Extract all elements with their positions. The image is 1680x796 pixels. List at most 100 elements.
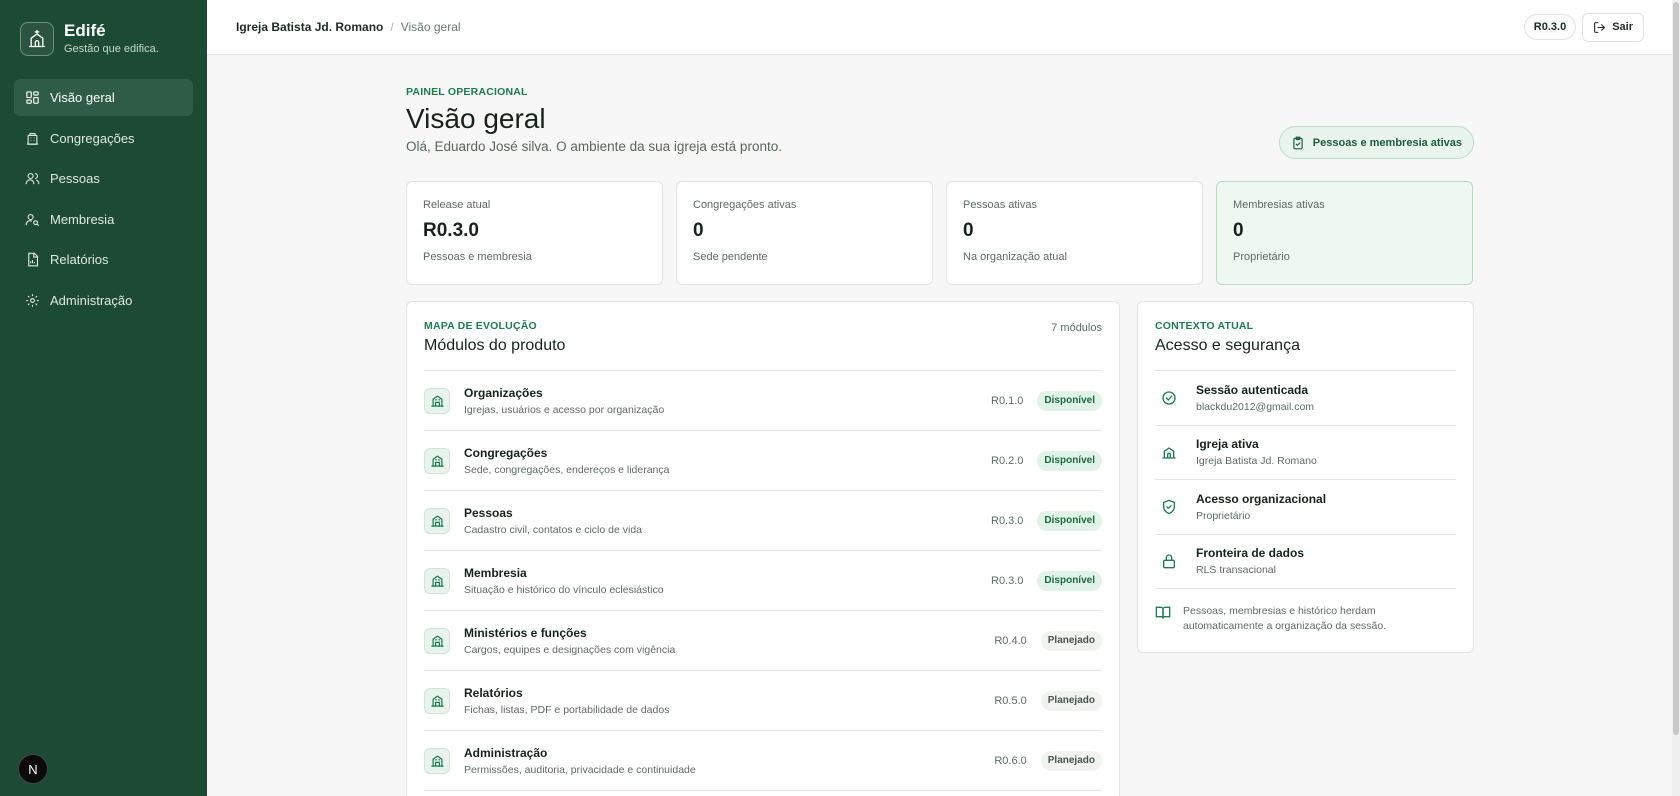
sidebar-item-relatorios[interactable]: Relatórios	[14, 241, 193, 278]
breadcrumb-org[interactable]: Igreja Batista Jd. Romano	[236, 20, 383, 34]
status-chip-label: Pessoas e membresia ativas	[1312, 136, 1462, 149]
page-eyebrow: PAINEL OPERACIONAL	[406, 86, 528, 98]
module-status-badge: Planejado	[1040, 690, 1102, 711]
context-row-value: RLS transacional	[1196, 564, 1276, 577]
stat-card-pessoas: Pessoas ativas 0 Na organização atual	[946, 181, 1203, 285]
module-row[interactable]: Organizações Igrejas, usuários e acesso p…	[424, 371, 1102, 431]
church-icon	[1162, 447, 1176, 459]
breadcrumb-current: Visão geral	[400, 20, 461, 34]
sidebar-item-label: Relatórios	[50, 252, 109, 267]
module-status-badge: Disponível	[1037, 390, 1102, 411]
context-row-name: Acesso organizacional	[1196, 491, 1327, 506]
module-row[interactable]: Pessoas Cadastro civil, contatos e ciclo …	[424, 491, 1102, 551]
module-status-badge: Disponível	[1037, 570, 1102, 591]
module-row[interactable]: Congregações Sede, congregações, endereço…	[424, 431, 1102, 491]
module-release: R0.3.0	[991, 514, 1024, 527]
context-row-name: Sessão autenticada	[1196, 382, 1309, 397]
stat-value: R0.3.0	[423, 220, 479, 241]
user-key-icon	[25, 213, 40, 226]
context-row-name: Fronteira de dados	[1196, 546, 1305, 561]
module-building-icon	[424, 687, 450, 714]
scrollbar-thumb[interactable]	[1673, 2, 1679, 735]
sidebar-item-administracao[interactable]: Administração	[14, 282, 193, 319]
module-description: Permissões, auditoria, privacidade e con…	[464, 763, 696, 776]
book-open-icon	[1155, 606, 1171, 619]
module-status-badge: Disponível	[1037, 510, 1102, 531]
stat-label: Congregações ativas	[693, 199, 797, 211]
module-status-badge: Disponível	[1037, 450, 1102, 471]
sidebar-item-label: Membresia	[50, 211, 115, 227]
version-badge: R0.3.0	[1523, 14, 1577, 40]
module-description: Cargos, equipes e designações com vigênc…	[464, 643, 676, 656]
module-description: Situação e histórico do vínculo eclesiás…	[464, 583, 664, 596]
context-row-church: Igreja ativa Igreja Batista Jd. Romano	[1155, 426, 1456, 480]
sidebar-item-pessoas[interactable]: Pessoas	[14, 160, 193, 197]
sidebar-item-congregacoes[interactable]: Congregações	[14, 120, 193, 157]
stat-value: 0	[1233, 220, 1244, 241]
context-note-text: Pessoas, membresias e histórico herdam a…	[1183, 605, 1387, 632]
stat-value: 0	[693, 220, 704, 241]
stat-label: Release atual	[423, 199, 491, 211]
module-name: Relatórios	[464, 685, 523, 700]
logout-label: Sair	[1612, 21, 1633, 33]
stats-row: Release atual R0.3.0 Pessoas e membresia…	[406, 181, 1474, 285]
module-release: R0.1.0	[991, 394, 1024, 407]
module-row[interactable]: Ministérios e funções Cargos, equipes e d…	[424, 611, 1102, 671]
stat-sub: Na organização atual	[963, 251, 1067, 263]
context-row-data-boundary: Fronteira de dados RLS transacional	[1155, 535, 1456, 589]
stat-card-membresias: Membresias ativas 0 Proprietário	[1216, 181, 1473, 285]
sidebar-item-label: Administração	[50, 292, 133, 308]
module-building-icon	[424, 747, 450, 774]
context-row-value: Proprietário	[1196, 509, 1251, 522]
module-row[interactable]: Relatórios Fichas, listas, PDF e portabil…	[424, 671, 1102, 731]
module-name: Pessoas	[464, 505, 513, 520]
brand-tagline: Gestão que edifica.	[64, 43, 159, 55]
module-release: R0.6.0	[994, 754, 1027, 767]
module-release: R0.3.0	[991, 574, 1024, 587]
sidebar-nav: Visão geral Congregações Pessoas Membres…	[14, 79, 193, 322]
context-note: Pessoas, membresias e histórico herdam a…	[1155, 589, 1456, 634]
context-row-value: blackdu2012@gmail.com	[1196, 400, 1315, 413]
panels-row: MAPA DE EVOLUÇÃO Módulos do produto 7 mó…	[406, 301, 1474, 796]
modules-eyebrow: MAPA DE EVOLUÇÃO	[424, 320, 537, 332]
sidebar-item-membresia[interactable]: Membresia	[14, 201, 193, 238]
module-description: Igrejas, usuários e acesso por organizaç…	[464, 403, 665, 416]
module-building-icon	[424, 507, 450, 534]
sidebar-item-label: Pessoas	[50, 171, 100, 186]
sidebar-item-visao-geral[interactable]: Visão geral	[14, 79, 193, 116]
module-name: Organizações	[464, 385, 543, 400]
dev-tools-badge[interactable]: N	[18, 754, 48, 784]
module-row[interactable]: Administração Permissões, auditoria, priv…	[424, 731, 1102, 791]
module-release: R0.4.0	[994, 634, 1027, 647]
stat-sub: Pessoas e membresia	[423, 251, 532, 263]
module-row[interactable]: Membresia Situação e histórico do vínculo…	[424, 551, 1102, 611]
page-header: PAINEL OPERACIONAL Visão geral Olá, Edua…	[406, 55, 1474, 181]
building-icon	[26, 132, 39, 145]
stat-value: 0	[963, 220, 974, 241]
modules-title: Módulos do produto	[424, 337, 566, 354]
module-name: Congregações	[464, 445, 548, 460]
logout-icon	[1594, 21, 1606, 33]
module-release: R0.5.0	[994, 694, 1027, 707]
clipboard-check-icon	[1293, 136, 1303, 149]
context-row-session: Sessão autenticada blackdu2012@gmail.com	[1155, 371, 1456, 426]
context-card: CONTEXTO ATUAL Acesso e segurança Sessão…	[1137, 301, 1474, 653]
lock-icon	[1163, 554, 1175, 569]
module-name: Membresia	[464, 565, 527, 580]
stat-card-congregacoes: Congregações ativas 0 Sede pendente	[676, 181, 933, 285]
context-row-access: Acesso organizacional Proprietário	[1155, 480, 1456, 535]
page-scrollbar[interactable]	[1672, 0, 1680, 796]
logout-button[interactable]: Sair	[1582, 12, 1644, 42]
users-icon	[25, 172, 40, 185]
stat-sub: Sede pendente	[693, 251, 768, 263]
module-description: Fichas, listas, PDF e portabilidade de d…	[464, 703, 670, 716]
module-description: Cadastro civil, contatos e ciclo de vida	[464, 523, 643, 536]
module-status-badge: Planejado	[1040, 750, 1102, 771]
module-description: Sede, congregações, endereços e lideranç…	[464, 463, 670, 476]
shield-check-icon	[1163, 499, 1175, 515]
stat-label: Membresias ativas	[1233, 199, 1325, 211]
breadcrumb: Igreja Batista Jd. Romano / Visão geral	[236, 20, 461, 34]
brand[interactable]: Edifé Gestão que edifica.	[0, 0, 207, 56]
context-row-value: Igreja Batista Jd. Romano	[1196, 455, 1317, 468]
sidebar-item-label: Visão geral	[50, 90, 115, 105]
